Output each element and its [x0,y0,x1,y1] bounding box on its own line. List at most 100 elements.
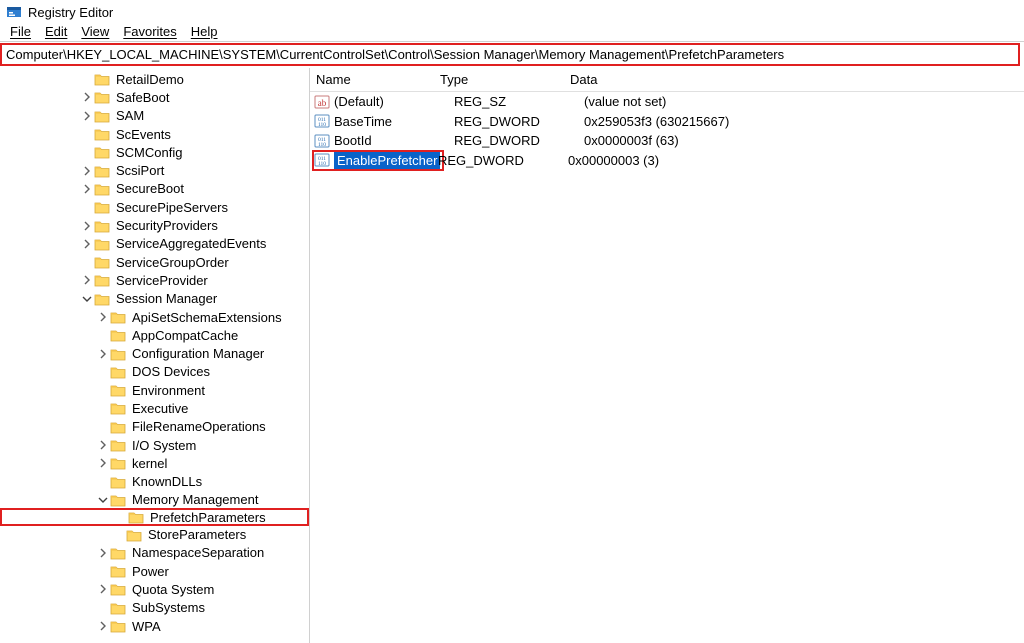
regedit-icon [6,4,22,20]
tree-item[interactable]: SafeBoot [0,88,309,106]
tree-item[interactable]: SubSystems [0,599,309,617]
string-value-icon: ab [314,94,330,110]
tree-item-label: SafeBoot [114,90,172,105]
value-name: (Default) [334,94,454,109]
tree-item-label: I/O System [130,438,198,453]
expand-icon[interactable] [96,440,110,450]
expand-icon[interactable] [80,221,94,231]
folder-icon [110,619,126,633]
expand-icon[interactable] [96,621,110,631]
folder-icon [128,510,144,524]
tree-item[interactable]: Session Manager [0,290,309,308]
tree-item-label: Configuration Manager [130,346,266,361]
expand-icon[interactable] [96,458,110,468]
value-list-pane[interactable]: Name Type Data ab(Default)REG_SZ(value n… [310,68,1024,643]
svg-text:110: 110 [318,122,326,128]
expand-icon[interactable] [80,275,94,285]
tree-item-label: SubSystems [130,600,207,615]
list-header[interactable]: Name Type Data [310,68,1024,92]
tree-item[interactable]: WPA [0,617,309,635]
tree-item[interactable]: SecureBoot [0,180,309,198]
collapse-icon[interactable] [96,495,110,505]
tree-item[interactable]: SAM [0,107,309,125]
tree-item[interactable]: ScEvents [0,125,309,143]
menu-favorites[interactable]: Favorites [117,22,182,41]
value-data: (value not set) [584,94,1024,109]
expand-icon[interactable] [96,548,110,558]
value-row[interactable]: 011110EnablePrefetcherREG_DWORD0x0000000… [310,151,1024,171]
tree-item[interactable]: ApiSetSchemaExtensions [0,308,309,326]
tree-item[interactable]: SecurePipeServers [0,198,309,216]
col-data-header[interactable]: Data [570,72,1024,87]
tree-item-label: SecurityProviders [114,218,220,233]
menu-file[interactable]: File [4,22,37,41]
tree-item[interactable]: FileRenameOperations [0,418,309,436]
tree-item[interactable]: Power [0,562,309,580]
folder-icon [110,564,126,578]
expand-icon[interactable] [80,184,94,194]
col-name-header[interactable]: Name [310,72,440,87]
tree-item[interactable]: Configuration Manager [0,344,309,362]
tree-pane[interactable]: RetailDemo SafeBoot SAM ScEventsSCMConfig Sc… [0,68,310,643]
folder-icon [126,528,142,542]
value-row[interactable]: 011110BaseTimeREG_DWORD0x259053f3 (63021… [310,112,1024,132]
folder-icon [110,328,126,342]
tree-item-label: ApiSetSchemaExtensions [130,310,284,325]
tree-item[interactable]: ServiceGroupOrder [0,253,309,271]
tree-item-label: SecureBoot [114,181,186,196]
tree-item[interactable]: SCMConfig [0,143,309,161]
folder-icon [110,601,126,615]
menu-view[interactable]: View [75,22,115,41]
tree-item[interactable]: Executive [0,399,309,417]
content-area: RetailDemo SafeBoot SAM ScEventsSCMConfig Sc… [0,68,1024,643]
folder-icon [94,292,110,306]
folder-icon [94,237,110,251]
value-data: 0x259053f3 (630215667) [584,114,1024,129]
expand-icon[interactable] [96,584,110,594]
tree-item-label: SecurePipeServers [114,200,230,215]
expand-icon[interactable] [80,239,94,249]
svg-text:ab: ab [318,98,327,108]
tree-item[interactable]: PrefetchParameters [0,508,309,526]
tree-item[interactable]: Memory Management [0,491,309,509]
expand-icon[interactable] [96,312,110,322]
folder-icon [110,420,126,434]
expand-icon[interactable] [96,349,110,359]
tree-item[interactable]: ServiceProvider [0,271,309,289]
folder-icon [110,582,126,596]
address-bar[interactable]: Computer\HKEY_LOCAL_MACHINE\SYSTEM\Curre… [0,43,1020,66]
tree-item[interactable]: DOS Devices [0,363,309,381]
tree-item[interactable]: AppCompatCache [0,326,309,344]
expand-icon[interactable] [80,166,94,176]
tree-item-label: Memory Management [130,492,260,507]
value-name: BaseTime [334,114,454,129]
folder-icon [94,219,110,233]
tree-item-label: ServiceAggregatedEvents [114,236,268,251]
folder-icon [110,383,126,397]
value-row[interactable]: 011110BootIdREG_DWORD0x0000003f (63) [310,131,1024,151]
tree-item[interactable]: ScsiPort [0,161,309,179]
folder-icon [94,164,110,178]
tree-item[interactable]: Environment [0,381,309,399]
tree-item[interactable]: RetailDemo [0,70,309,88]
col-type-header[interactable]: Type [440,72,570,87]
tree-item[interactable]: Quota System [0,580,309,598]
tree-item-label: Executive [130,401,190,416]
value-row[interactable]: ab(Default)REG_SZ(value not set) [310,92,1024,112]
tree-item[interactable]: StoreParameters [0,525,309,543]
tree-item-label: ScsiPort [114,163,166,178]
tree-item[interactable]: NamespaceSeparation [0,544,309,562]
collapse-icon[interactable] [80,294,94,304]
tree-item[interactable]: KnownDLLs [0,473,309,491]
tree-item-label: FileRenameOperations [130,419,268,434]
tree-item[interactable]: SecurityProviders [0,216,309,234]
folder-icon [110,475,126,489]
menu-help[interactable]: Help [185,22,224,41]
menu-edit[interactable]: Edit [39,22,73,41]
tree-item-label: SAM [114,108,146,123]
expand-icon[interactable] [80,111,94,121]
tree-item[interactable]: ServiceAggregatedEvents [0,235,309,253]
expand-icon[interactable] [80,92,94,102]
tree-item[interactable]: kernel [0,454,309,472]
tree-item[interactable]: I/O System [0,436,309,454]
